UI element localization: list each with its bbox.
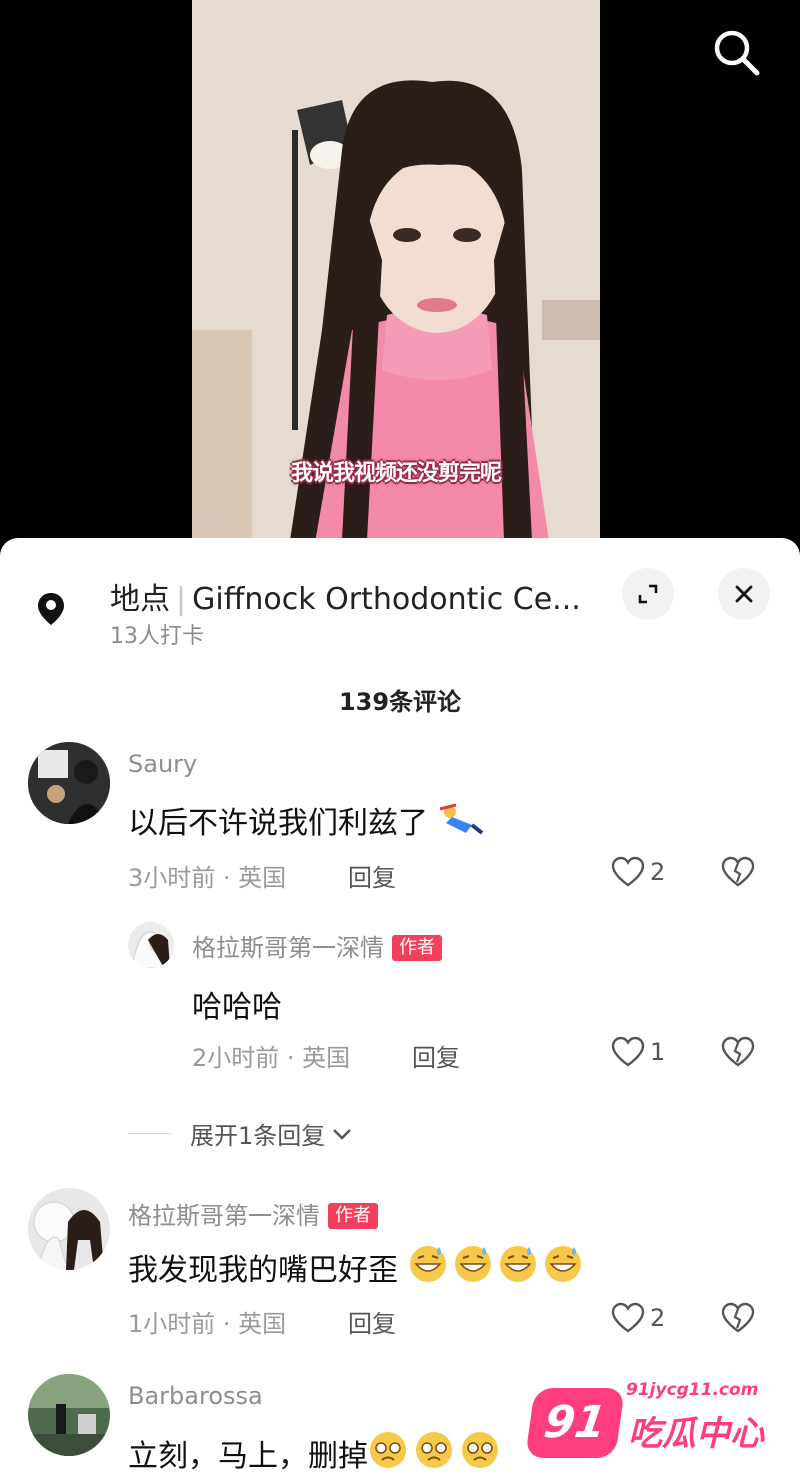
sliding-person-emoji	[439, 803, 483, 835]
comment-username[interactable]: 格拉斯哥第一深情 作者	[192, 928, 442, 963]
comment-item: Saury 以后不许说我们利兹了 3小时前 · 英国 回复 2	[0, 738, 800, 908]
broken-heart-icon	[721, 856, 755, 887]
location-checkins: 13人打卡	[110, 624, 204, 649]
location-prefix: 地点	[110, 582, 170, 617]
heart-icon	[611, 1036, 645, 1067]
like-count: 1	[650, 1038, 666, 1066]
dislike-button[interactable]	[720, 1302, 756, 1338]
comment-username[interactable]: Barbarossa	[128, 1382, 263, 1410]
like-button[interactable]: 2	[610, 1302, 665, 1334]
avatar[interactable]	[28, 742, 110, 824]
comment-username[interactable]: 格拉斯哥第一深情 作者	[128, 1196, 378, 1231]
author-badge: 作者	[392, 935, 442, 961]
location-title[interactable]: 地点 | Giffnock Orthodontic Ce...	[110, 574, 600, 618]
expand-replies-label: 展开1条回复	[190, 1122, 326, 1150]
comment-count: 139条评论	[338, 688, 462, 716]
reply-button[interactable]: 回复	[412, 1038, 460, 1073]
grin-sweat-emoji	[409, 1246, 581, 1282]
close-icon	[735, 585, 753, 603]
video-frame[interactable]: 我说我视频还没剪完呢	[192, 0, 600, 560]
comment-sheet: 地点 | Giffnock Orthodontic Ce... 13人打卡 139条…	[0, 538, 800, 1484]
expand-icon	[638, 584, 658, 604]
like-button[interactable]: 1	[610, 1036, 665, 1068]
expand-replies-button[interactable]: 展开1条回复	[128, 1116, 355, 1151]
search-icon	[714, 30, 760, 76]
expand-button[interactable]	[622, 568, 674, 620]
comment-text: 以后不许说我们利兹了	[128, 798, 484, 842]
dislike-button[interactable]	[720, 856, 756, 892]
location-pin-icon	[28, 586, 74, 632]
avatar[interactable]	[28, 1188, 110, 1270]
username-text: 格拉斯哥第一深情	[192, 934, 384, 962]
comment-meta: 2小时前 · 英国	[192, 1044, 351, 1072]
reply-item: 格拉斯哥第一深情 作者 哈哈哈 2小时前 · 英国 回复 1	[0, 916, 800, 1072]
comment-meta: 1小时前 · 英国	[128, 1310, 287, 1338]
emoji-group	[398, 1246, 584, 1288]
watermark-url: 91jycg11.com	[626, 1380, 759, 1400]
broken-heart-icon	[721, 1302, 755, 1333]
comment-username[interactable]: Saury	[128, 750, 197, 778]
video-subtitle: 我说我视频还没剪完呢	[290, 461, 502, 486]
dislike-button[interactable]	[720, 1036, 756, 1072]
watermark-name: 吃瓜中心	[628, 1414, 764, 1454]
heart-icon	[611, 856, 645, 887]
comment-body: 立刻，马上，删掉	[128, 1439, 368, 1474]
divider-line	[128, 1133, 172, 1134]
avatar[interactable]	[28, 1374, 110, 1456]
search-button[interactable]	[706, 22, 766, 82]
like-count: 2	[650, 1304, 666, 1332]
comment-text: 哈哈哈	[192, 990, 282, 1025]
heart-icon	[611, 1302, 645, 1333]
comment-text: 我发现我的嘴巴好歪	[128, 1244, 584, 1289]
reply-button[interactable]: 回复	[348, 1304, 396, 1339]
watermark-logo: 91 91jycg11.com 吃瓜中心	[525, 1380, 790, 1470]
comment-body: 以后不许说我们利兹了	[128, 806, 428, 841]
location-bar[interactable]: 地点 | Giffnock Orthodontic Ce... 13人打卡	[0, 538, 800, 658]
avatar[interactable]	[128, 922, 174, 968]
like-count: 2	[650, 858, 666, 886]
comment-item: 格拉斯哥第一深情 作者 我发现我的嘴巴好歪 1小时前 · 英国 回复 2	[0, 1186, 800, 1346]
comment-body: 我发现我的嘴巴好歪	[128, 1253, 398, 1288]
like-button[interactable]: 2	[610, 856, 665, 888]
broken-heart-icon	[721, 1036, 755, 1067]
reply-button[interactable]: 回复	[348, 858, 396, 893]
close-button[interactable]	[718, 568, 770, 620]
username-text: 格拉斯哥第一深情	[128, 1202, 320, 1230]
comment-text: 立刻，马上，删掉	[128, 1430, 500, 1475]
chevron-down-icon	[333, 1128, 352, 1140]
location-divider: |	[176, 582, 187, 617]
comment-meta: 3小时前 · 英国	[128, 864, 287, 892]
pleading-emoji	[370, 1432, 498, 1468]
author-badge: 作者	[328, 1203, 378, 1229]
location-name: Giffnock Orthodontic Ce...	[192, 582, 581, 617]
watermark-badge: 91	[525, 1388, 625, 1458]
video-player[interactable]: 我说我视频还没剪完呢	[0, 0, 800, 560]
